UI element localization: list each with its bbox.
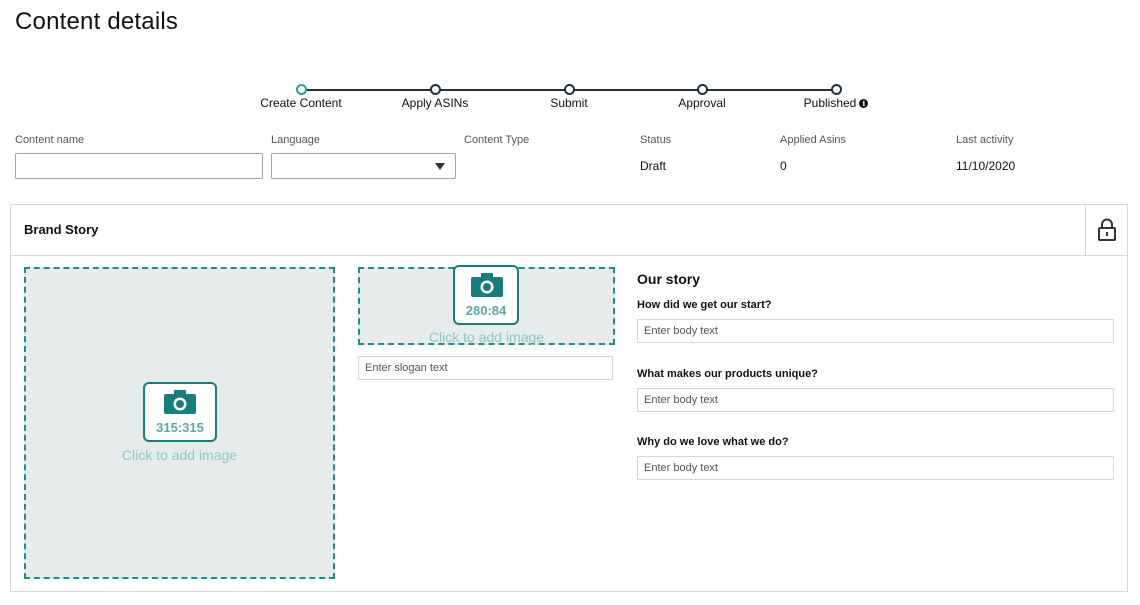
body-text-input[interactable]: Enter body text bbox=[637, 456, 1114, 480]
progress-tracker: Create Content Apply ASINs Submit Approv… bbox=[0, 80, 1140, 120]
step-label: Approval bbox=[678, 96, 726, 110]
image-ratio-text: 280:84 bbox=[465, 303, 507, 318]
content-type-label: Content Type bbox=[464, 134, 530, 146]
step-dot bbox=[831, 84, 842, 95]
question-label: What makes our products unique? bbox=[637, 368, 818, 380]
click-to-add-image-label: Click to add image bbox=[428, 329, 545, 345]
our-story-title: Our story bbox=[637, 271, 701, 287]
camera-icon bbox=[471, 273, 503, 297]
last-activity-label: Last activity bbox=[956, 134, 1014, 146]
step-label: Submit bbox=[550, 96, 588, 110]
language-select[interactable] bbox=[271, 153, 456, 179]
step-label: Apply ASINs bbox=[401, 96, 469, 110]
step-label: Create Content bbox=[260, 96, 342, 110]
lock-button[interactable] bbox=[1085, 205, 1127, 256]
language-label: Language bbox=[271, 134, 320, 146]
status-label: Status bbox=[640, 134, 672, 146]
body-text-input[interactable]: Enter body text bbox=[637, 319, 1114, 343]
panel-title: Brand Story bbox=[24, 222, 99, 237]
question-label: How did we get our start? bbox=[637, 299, 772, 311]
question-label: Why do we love what we do? bbox=[637, 436, 789, 448]
image-ratio-badge: 280:84 bbox=[453, 265, 519, 325]
step-dot bbox=[430, 84, 441, 95]
page-title: Content details bbox=[15, 8, 179, 35]
step-label-published: Published i bbox=[776, 96, 896, 110]
step-dot bbox=[697, 84, 708, 95]
click-to-add-image-label: Click to add image bbox=[121, 447, 238, 463]
content-name-label: Content name bbox=[15, 134, 85, 146]
body-text-input[interactable]: Enter body text bbox=[637, 388, 1114, 412]
status-value: Draft bbox=[640, 159, 667, 173]
applied-asins-value: 0 bbox=[780, 159, 787, 173]
chevron-down-icon bbox=[435, 163, 445, 170]
panel-header: Brand Story bbox=[11, 205, 1127, 256]
slogan-input[interactable]: Enter slogan text bbox=[358, 356, 613, 380]
info-icon[interactable]: i bbox=[859, 99, 869, 108]
last-activity-value: 11/10/2020 bbox=[956, 159, 1016, 173]
brand-story-panel: Brand Story 315:315 Click to add image C… bbox=[10, 204, 1128, 592]
step-dot-active bbox=[296, 84, 307, 95]
image-ratio-text: 315:315 bbox=[156, 420, 204, 435]
applied-asins-label: Applied Asins bbox=[780, 134, 847, 146]
image-ratio-badge: 315:315 bbox=[143, 382, 217, 442]
step-label-text: Published bbox=[803, 96, 857, 110]
main-image-dropzone[interactable]: 315:315 Click to add image bbox=[24, 267, 335, 579]
camera-icon bbox=[164, 390, 196, 414]
content-name-input[interactable] bbox=[15, 153, 263, 179]
lock-icon bbox=[1098, 218, 1116, 241]
step-dot bbox=[564, 84, 575, 95]
